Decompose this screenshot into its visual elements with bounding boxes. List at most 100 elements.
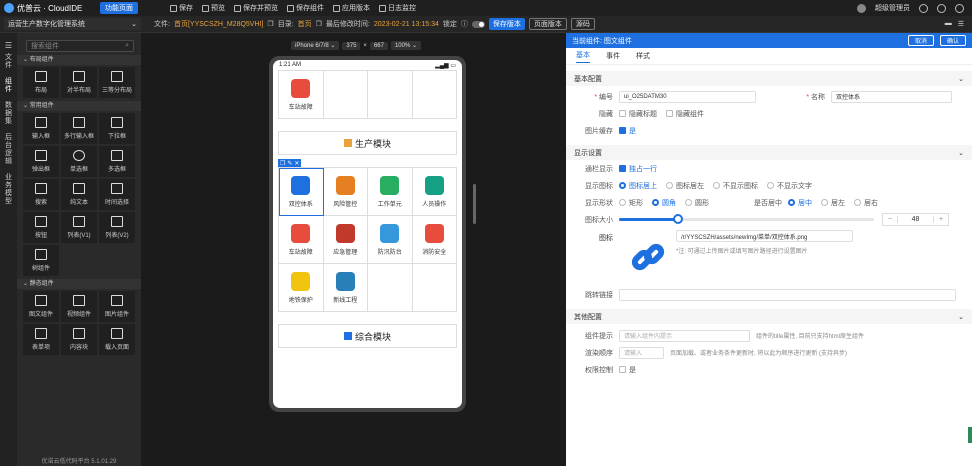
icon-size-slider[interactable]: [619, 214, 874, 224]
name-field[interactable]: 双控体系: [831, 90, 952, 103]
radio-icon-top[interactable]: 图标居上: [619, 181, 657, 191]
icon-size-stepper[interactable]: −48 +: [882, 213, 949, 226]
system-select[interactable]: 运营生产数字化管理系统 ⌄: [4, 18, 141, 30]
palette-item[interactable]: 列表(V2): [99, 212, 135, 243]
image-cache-checkbox[interactable]: 是: [619, 126, 636, 136]
menu-toggle-icon[interactable]: ☰: [0, 33, 17, 50]
decrement-button[interactable]: −: [883, 216, 897, 223]
section-display[interactable]: 显示设置 ⌄: [566, 145, 972, 160]
palette-item[interactable]: 三等分布局: [99, 67, 135, 98]
device-width-input[interactable]: 375: [342, 41, 361, 50]
grid-cell[interactable]: [368, 264, 413, 312]
grid-cell[interactable]: 车站故障: [279, 216, 324, 264]
device-select[interactable]: iPhone 6/7/8 ⌄: [291, 41, 340, 50]
zoom-select[interactable]: 100% ⌄: [390, 41, 422, 50]
radio-rounded[interactable]: 圆角: [652, 198, 676, 208]
copy-icon[interactable]: ❐: [316, 20, 322, 28]
nav-components[interactable]: 组件: [4, 74, 13, 98]
palette-item[interactable]: 列表(V1): [61, 212, 97, 243]
help-icon[interactable]: [919, 3, 928, 13]
palette-item[interactable]: 表单项: [23, 324, 59, 355]
radio-right[interactable]: 居右: [854, 198, 878, 208]
grid-cell[interactable]: [412, 264, 457, 312]
grid-cell[interactable]: 地铁保护: [279, 264, 324, 312]
tab-style[interactable]: 样式: [636, 51, 650, 61]
palette-item[interactable]: 树组件: [23, 245, 59, 276]
confirm-button[interactable]: 确认: [939, 35, 966, 46]
palette-item[interactable]: 多行输入框: [61, 113, 97, 144]
home-page-button[interactable]: 功能页面: [100, 2, 138, 14]
grid-cell[interactable]: [368, 71, 413, 119]
palette-item[interactable]: 输入框: [23, 113, 59, 144]
nav-backend-logic[interactable]: 后台逻辑: [4, 130, 13, 170]
radio-circle-shape[interactable]: 圆形: [685, 198, 709, 208]
radio-no-icon[interactable]: 不显示图标: [713, 181, 758, 191]
tab-basic[interactable]: 基本: [576, 50, 590, 63]
edit-icon[interactable]: ✎: [287, 160, 292, 167]
grid-cell[interactable]: 消防安全: [412, 216, 457, 264]
palette-item[interactable]: 纯文本: [61, 179, 97, 210]
grid-cell[interactable]: 风险管控: [323, 168, 368, 216]
preview-button[interactable]: 预览: [202, 3, 225, 13]
grid-cell[interactable]: 人员操作: [412, 168, 457, 216]
icon-preview[interactable]: [619, 228, 676, 286]
dir-value[interactable]: 首页: [298, 19, 312, 29]
palette-item[interactable]: 图片组件: [99, 291, 135, 322]
permission-checkbox[interactable]: 是: [619, 365, 636, 375]
source-button[interactable]: 源码: [570, 18, 595, 30]
category-layout[interactable]: ⌄ 布局组件: [17, 55, 141, 65]
close-icon[interactable]: ✕: [294, 160, 299, 167]
production-module-button[interactable]: 生产模块: [278, 131, 457, 155]
palette-item[interactable]: 布局: [23, 67, 59, 98]
palette-item[interactable]: 多选框: [99, 146, 135, 177]
palette-item[interactable]: 对半布局: [61, 67, 97, 98]
layout-icon[interactable]: ▬: [945, 20, 952, 28]
user-name[interactable]: 超级管理员: [875, 3, 910, 13]
hide-component-checkbox[interactable]: 隐藏组件: [666, 109, 704, 119]
palette-item[interactable]: 按钮: [23, 212, 59, 243]
category-static[interactable]: ⌄ 静态组件: [17, 279, 141, 289]
save-component-button[interactable]: 保存组件: [287, 3, 324, 13]
nav-business-model[interactable]: 业务模型: [4, 170, 13, 210]
radio-no-text[interactable]: 不显示文字: [767, 181, 812, 191]
menu-icon[interactable]: ☰: [958, 20, 964, 28]
lock-toggle[interactable]: [471, 20, 485, 28]
file-value[interactable]: 首页[YYSCSZH_M28Q5VHI]: [174, 19, 263, 29]
section-basic[interactable]: 基本配置 ⌄: [566, 71, 972, 86]
palette-item[interactable]: 时间选择: [99, 179, 135, 210]
grid-cell[interactable]: 新线工程: [323, 264, 368, 312]
home-icon[interactable]: [937, 3, 946, 13]
palette-item[interactable]: 下拉框: [99, 113, 135, 144]
radio-left[interactable]: 居左: [821, 198, 845, 208]
canvas-scrollbar[interactable]: [473, 184, 476, 224]
category-common[interactable]: ⌄ 常用组件: [17, 101, 141, 111]
slider-handle[interactable]: [672, 214, 683, 224]
save-preview-button[interactable]: 保存并预览: [234, 3, 278, 13]
grid-cell[interactable]: 车站故障: [279, 71, 324, 119]
nav-datasets[interactable]: 数据集: [4, 98, 13, 130]
radio-rect[interactable]: 矩形: [619, 198, 643, 208]
cancel-button[interactable]: 取消: [907, 35, 934, 46]
palette-item[interactable]: 单选框: [61, 146, 97, 177]
nav-files[interactable]: 文件: [4, 50, 13, 74]
copy-icon[interactable]: ❐: [280, 160, 285, 167]
panel-resize-handle[interactable]: [968, 427, 972, 443]
device-height-input[interactable]: 667: [369, 41, 388, 50]
copy-icon[interactable]: ❐: [267, 20, 273, 28]
id-field[interactable]: ui_O25DATM30: [619, 90, 756, 103]
avatar[interactable]: [857, 3, 866, 13]
palette-item[interactable]: 内容块: [61, 324, 97, 355]
palette-item[interactable]: 弹出框: [23, 146, 59, 177]
radio-center[interactable]: 居中: [788, 198, 812, 208]
radio-icon-left[interactable]: 图标居左: [666, 181, 704, 191]
save-version-button[interactable]: 保存版本: [488, 18, 525, 30]
order-field[interactable]: 请输入: [619, 346, 664, 359]
grid-cell[interactable]: 应急管理: [323, 216, 368, 264]
component-search-input[interactable]: 搜索组件 ⌕: [26, 40, 134, 52]
log-monitor-button[interactable]: 日志监控: [379, 3, 416, 13]
jump-link-field[interactable]: [619, 288, 956, 301]
save-button[interactable]: 保存: [170, 3, 193, 13]
full-width-checkbox[interactable]: 独占一行: [619, 164, 657, 174]
hide-title-checkbox[interactable]: 隐藏标题: [619, 109, 657, 119]
palette-item[interactable]: 搜索: [23, 179, 59, 210]
